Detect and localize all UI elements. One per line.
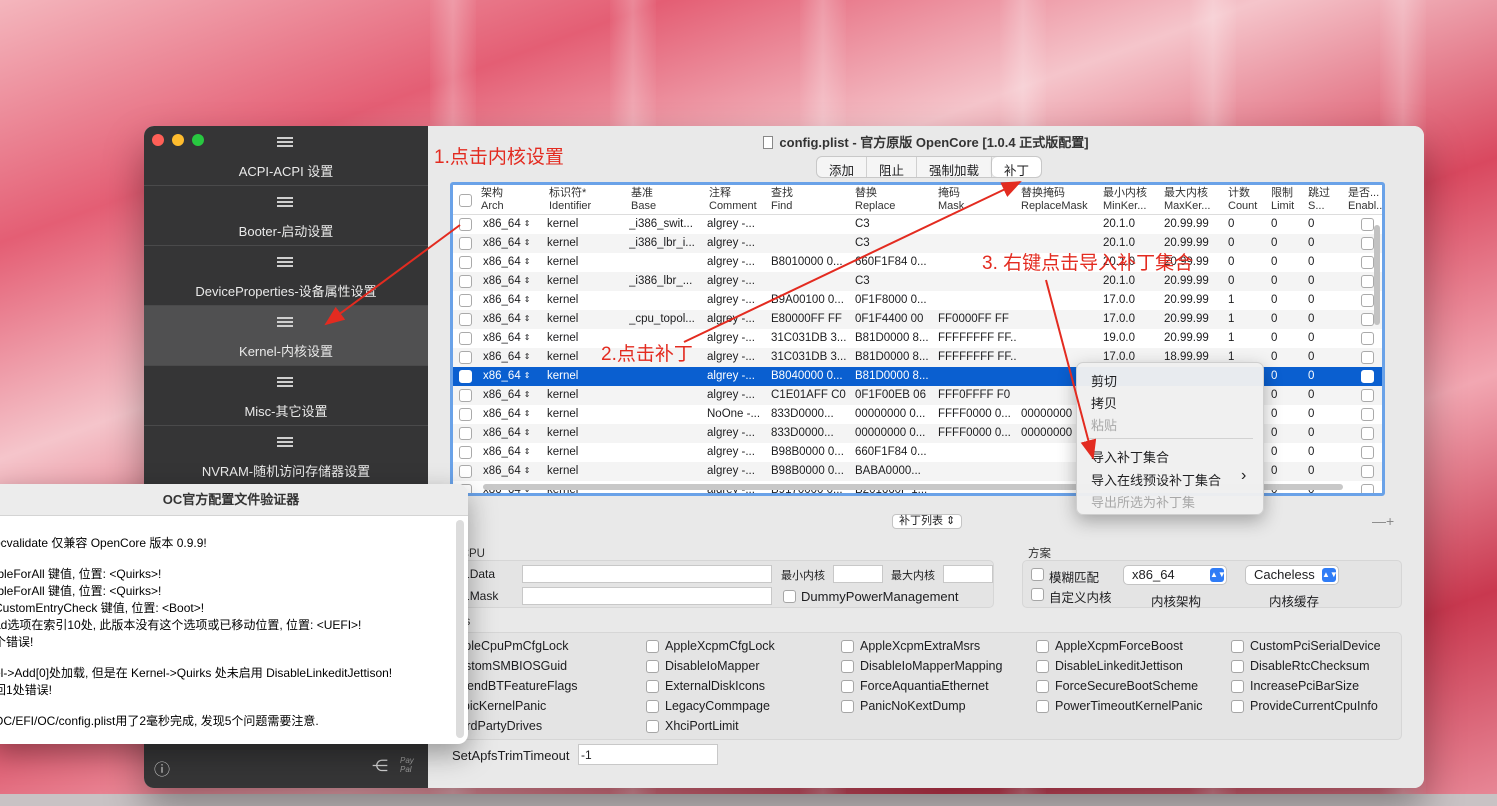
annotation-arrows [324, 181, 1097, 460]
arrow-to-patch-tab [683, 181, 1022, 343]
arrow-to-import [1045, 279, 1097, 460]
arrow-to-kernel [324, 224, 461, 326]
